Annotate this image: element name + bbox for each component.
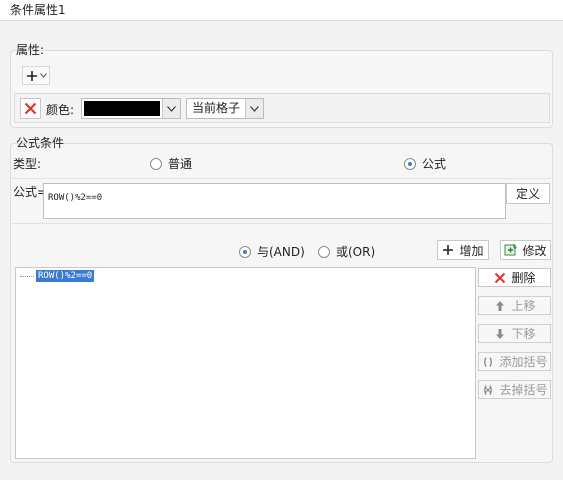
type-option-formula[interactable]: 公式: [404, 155, 446, 172]
window-title: 条件属性1: [10, 3, 66, 17]
logic-option-and[interactable]: 与(AND): [239, 243, 305, 260]
move-up-button-label: 上移: [511, 299, 536, 313]
logic-option-and-label: 与(AND): [257, 245, 305, 259]
logic-option-or[interactable]: 或(OR): [318, 243, 375, 260]
title-bar: 条件属性1: [0, 0, 563, 21]
tree-line: [20, 275, 34, 277]
define-button-label: 定义: [515, 187, 540, 201]
type-option-normal[interactable]: 普通: [150, 155, 192, 172]
remove-bracket-button[interactable]: 去掉括号: [478, 380, 551, 399]
color-picker[interactable]: [81, 98, 181, 119]
chevron-down-icon: [167, 105, 176, 112]
color-dropdown-arrow[interactable]: [162, 99, 180, 118]
plus-icon: [443, 245, 454, 255]
logic-option-or-label: 或(OR): [336, 245, 376, 259]
color-label: 颜色:: [46, 103, 75, 117]
modify-condition-label: 修改: [522, 243, 547, 258]
radio-and[interactable]: [239, 245, 251, 258]
edit-icon: [504, 244, 518, 256]
add-property-button[interactable]: [22, 66, 50, 85]
condition-list[interactable]: ROW()%2==0: [15, 267, 476, 459]
formula-input-text: ROW()%2==0: [48, 193, 103, 203]
modify-condition-button[interactable]: 修改: [500, 240, 551, 260]
delete-button-label: 删除: [511, 271, 536, 285]
remove-bracket-button-label: 去掉括号: [499, 383, 548, 397]
divider: [12, 223, 551, 224]
add-bracket-button-label: 添加括号: [499, 355, 548, 369]
scope-select[interactable]: 当前格子: [186, 98, 264, 119]
formula-input[interactable]: ROW()%2==0: [43, 183, 506, 219]
define-button[interactable]: 定义: [506, 183, 550, 204]
plus-icon: [26, 70, 37, 81]
add-condition-label: 增加: [459, 243, 484, 258]
scope-select-value: 当前格子: [192, 101, 241, 115]
remove-bracket-icon: [484, 384, 493, 395]
radio-normal[interactable]: [150, 157, 162, 170]
radio-formula[interactable]: [404, 157, 416, 170]
move-down-button[interactable]: 下移: [478, 324, 551, 343]
remove-property-button[interactable]: [20, 98, 41, 119]
type-label: 类型:: [13, 157, 42, 171]
add-condition-button[interactable]: 增加: [437, 240, 489, 260]
formula-label: 公式=: [13, 185, 48, 199]
move-up-button[interactable]: 上移: [478, 296, 551, 315]
arrow-down-icon: [496, 328, 505, 339]
move-down-button-label: 下移: [511, 327, 536, 341]
properties-label: 属性:: [16, 43, 45, 57]
type-option-normal-label: 普通: [168, 157, 193, 171]
color-swatch: [84, 101, 160, 116]
add-bracket-button[interactable]: 添加括号: [478, 352, 551, 371]
bracket-icon: [484, 356, 493, 367]
red-x-icon: [495, 272, 506, 283]
type-option-formula-label: 公式: [422, 157, 447, 171]
divider: [12, 178, 551, 179]
radio-or[interactable]: [318, 245, 330, 258]
chevron-down-icon: [39, 73, 47, 78]
delete-button[interactable]: 删除: [478, 268, 551, 287]
list-item[interactable]: ROW()%2==0: [20, 270, 95, 282]
scope-dropdown-arrow[interactable]: [245, 99, 263, 118]
list-item-text: ROW()%2==0: [36, 270, 95, 282]
chevron-down-icon: [250, 105, 259, 112]
condition-label: 公式条件: [16, 136, 65, 150]
arrow-up-icon: [496, 300, 505, 311]
red-x-icon: [24, 102, 37, 115]
